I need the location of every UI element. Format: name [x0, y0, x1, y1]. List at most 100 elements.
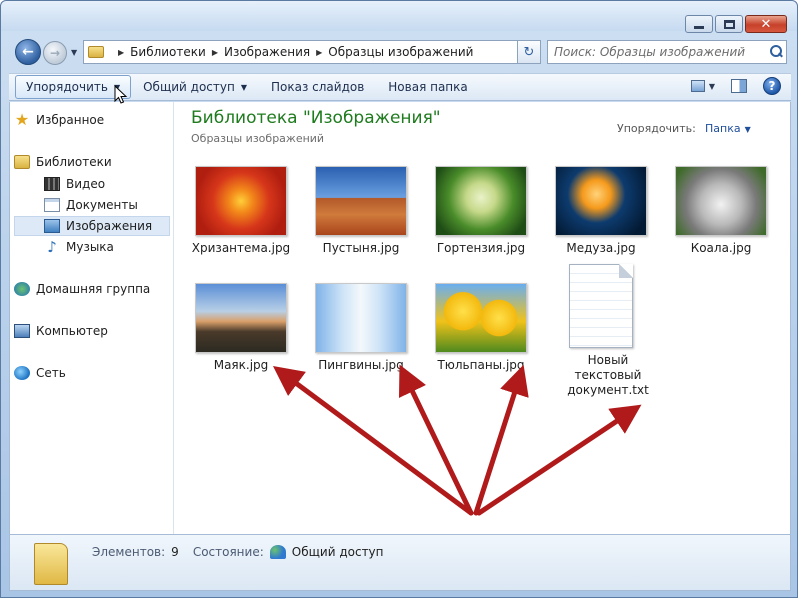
- image-thumbnail: [315, 283, 407, 353]
- star-icon: ★: [14, 110, 30, 129]
- nav-label: Документы: [66, 198, 138, 212]
- chevron-down-icon: ▼: [240, 82, 247, 92]
- breadcrumb-separator-icon[interactable]: ▶: [212, 48, 218, 57]
- file-name: Коала.jpg: [690, 241, 752, 255]
- nav-item-homegroup[interactable]: Домашняя группа: [14, 279, 170, 299]
- image-thumbnail: [675, 166, 767, 236]
- maximize-button[interactable]: [715, 15, 743, 33]
- file-tile[interactable]: Маяк.jpg: [186, 283, 296, 373]
- address-bar[interactable]: ▶ Библиотеки ▶ Изображения ▶ Образцы изо…: [83, 40, 537, 64]
- breadcrumb-sample-pictures[interactable]: Образцы изображений: [328, 45, 473, 59]
- nav-label: Видео: [66, 177, 106, 191]
- forward-arrow-icon: →: [49, 46, 61, 60]
- item-count-label: Элементов:: [92, 545, 166, 559]
- file-tile[interactable]: Пингвины.jpg: [306, 283, 416, 373]
- file-name: Медуза.jpg: [566, 241, 636, 255]
- file-name: Пустыня.jpg: [322, 241, 400, 255]
- views-dropdown-icon[interactable]: ▼: [709, 82, 715, 91]
- minimize-button[interactable]: [685, 15, 713, 33]
- image-thumbnail: [435, 283, 527, 353]
- arrange-by-label: Упорядочить:: [617, 122, 696, 135]
- state-value: Общий доступ: [291, 545, 384, 559]
- recent-pages-dropdown[interactable]: ▼: [71, 48, 77, 57]
- libraries-icon: [14, 155, 30, 169]
- nav-item-network[interactable]: Сеть: [14, 363, 170, 383]
- nav-label: Изображения: [66, 219, 153, 233]
- file-name: Хризантема.jpg: [191, 241, 291, 255]
- file-name: Новый текстовый документ.txt: [567, 353, 649, 397]
- text-document-icon: [569, 264, 633, 348]
- share-label: Общий доступ: [143, 80, 235, 94]
- refresh-button[interactable]: ↻: [517, 40, 541, 64]
- homegroup-icon: [14, 282, 30, 296]
- file-tile[interactable]: Гортензия.jpg: [426, 166, 536, 256]
- nav-item-music[interactable]: ♪ Музыка: [44, 237, 170, 257]
- details-pane: Элементов: 9 Состояние: Общий доступ: [9, 534, 791, 591]
- close-button[interactable]: ✕: [745, 15, 787, 33]
- file-tile[interactable]: Хризантема.jpg: [186, 166, 296, 256]
- search-placeholder: Поиск: Образцы изображений: [554, 45, 746, 59]
- folder-icon: [34, 543, 68, 585]
- search-input[interactable]: Поиск: Образцы изображений: [547, 40, 787, 64]
- new-folder-button[interactable]: Новая папка: [376, 75, 479, 99]
- content-area: ★ Избранное Библиотеки Видео Документы И…: [9, 102, 791, 534]
- arrange-by-dropdown[interactable]: Папка ▼: [705, 122, 751, 135]
- help-icon[interactable]: ?: [763, 77, 781, 95]
- library-subtitle: Образцы изображений: [191, 132, 325, 145]
- forward-button[interactable]: →: [43, 41, 67, 65]
- search-icon[interactable]: [766, 42, 786, 62]
- share-button[interactable]: Общий доступ ▼: [131, 75, 259, 99]
- minimize-icon: [694, 25, 704, 29]
- library-title: Библиотека "Изображения": [191, 108, 441, 128]
- music-icon: ♪: [47, 238, 57, 256]
- breadcrumb-libraries[interactable]: Библиотеки: [130, 45, 206, 59]
- file-tile[interactable]: Пустыня.jpg: [306, 166, 416, 256]
- nav-label: Сеть: [36, 366, 66, 380]
- file-tile[interactable]: Коала.jpg: [666, 166, 776, 256]
- file-name: Маяк.jpg: [213, 358, 269, 372]
- file-tile[interactable]: Новый текстовый документ.txt: [546, 264, 656, 398]
- nav-item-computer[interactable]: Компьютер: [14, 321, 170, 341]
- network-icon: [14, 366, 30, 380]
- explorer-window: ✕ ← → ▼ ▶ Библиотеки ▶ Изображения ▶ Обр…: [0, 0, 798, 598]
- breadcrumb-separator-icon[interactable]: ▶: [316, 48, 322, 57]
- file-name: Гортензия.jpg: [436, 241, 526, 255]
- file-name: Пингвины.jpg: [318, 358, 404, 372]
- file-tile[interactable]: Тюльпаны.jpg: [426, 283, 536, 373]
- image-thumbnail: [195, 283, 287, 353]
- video-icon: [44, 177, 60, 191]
- file-name: Тюльпаны.jpg: [437, 358, 525, 372]
- nav-label: Библиотеки: [36, 155, 112, 169]
- breadcrumb-separator-icon[interactable]: ▶: [118, 48, 124, 57]
- nav-item-libraries[interactable]: Библиотеки: [14, 152, 170, 172]
- shared-users-icon: [269, 545, 286, 559]
- state-label: Состояние:: [192, 545, 264, 559]
- refresh-icon: ↻: [523, 44, 535, 60]
- address-row: ← → ▼ ▶ Библиотеки ▶ Изображения ▶ Образ…: [11, 39, 789, 67]
- file-tile[interactable]: Медуза.jpg: [546, 166, 656, 256]
- arrange-by-value: Папка: [705, 122, 741, 135]
- documents-icon: [44, 198, 60, 212]
- back-arrow-icon: ←: [22, 44, 34, 60]
- nav-item-images[interactable]: Изображения: [14, 216, 170, 236]
- image-thumbnail: [315, 166, 407, 236]
- caption-buttons: ✕: [685, 15, 787, 33]
- nav-label: Компьютер: [36, 324, 108, 338]
- nav-item-documents[interactable]: Документы: [44, 195, 170, 215]
- folder-icon: [88, 46, 104, 58]
- change-view-icon[interactable]: [690, 80, 705, 92]
- breadcrumb-images[interactable]: Изображения: [224, 45, 310, 59]
- preview-pane-icon[interactable]: [731, 79, 747, 93]
- chevron-down-icon: ▼: [744, 125, 751, 134]
- nav-item-favorites[interactable]: ★ Избранное: [14, 110, 170, 130]
- file-list-pane: Библиотека "Изображения" Образцы изображ…: [175, 102, 790, 534]
- close-icon: ✕: [760, 16, 772, 32]
- maximize-icon: [723, 19, 735, 29]
- slideshow-button[interactable]: Показ слайдов: [259, 75, 376, 99]
- image-thumbnail: [195, 166, 287, 236]
- nav-item-video[interactable]: Видео: [44, 174, 170, 194]
- nav-label: Музыка: [66, 240, 114, 254]
- mouse-cursor-icon: [114, 85, 128, 104]
- back-button[interactable]: ←: [15, 39, 41, 65]
- navigation-pane: ★ Избранное Библиотеки Видео Документы И…: [10, 102, 174, 534]
